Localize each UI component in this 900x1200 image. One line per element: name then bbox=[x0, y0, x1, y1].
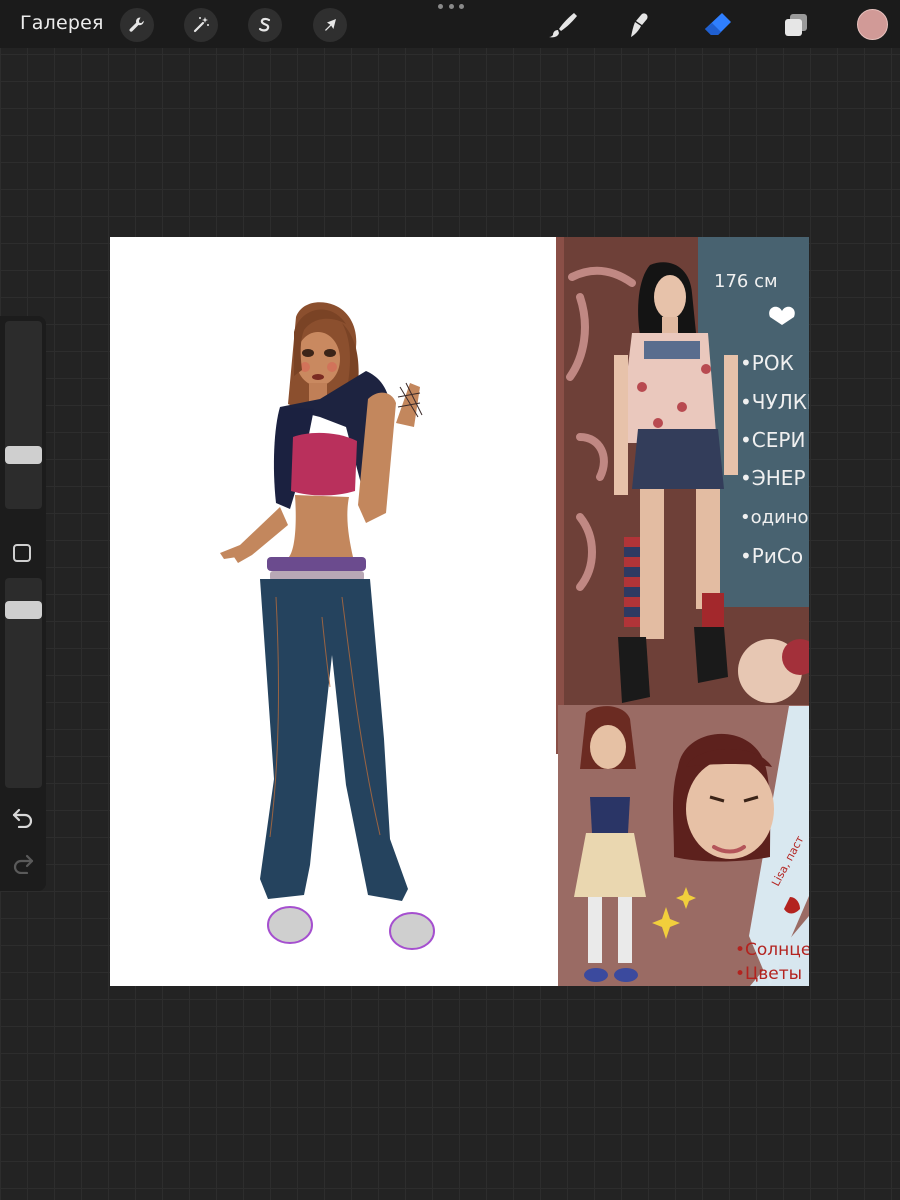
redo-icon[interactable] bbox=[11, 852, 35, 874]
ref-text-line-6: •РиСо bbox=[740, 544, 803, 568]
top-toolbar: Галерея bbox=[0, 0, 900, 48]
ref-text-line-4: •ЭНЕР bbox=[740, 466, 806, 490]
more-dots-icon[interactable] bbox=[438, 4, 464, 14]
ref2-text-line-2: •Цветы bbox=[735, 964, 802, 984]
brush-icon[interactable] bbox=[546, 9, 578, 41]
brush-size-slider-thumb[interactable] bbox=[5, 446, 42, 464]
ref-height-text: 176 см bbox=[714, 271, 778, 292]
undo-icon[interactable] bbox=[11, 806, 35, 828]
adjustments-magic-wand-icon[interactable] bbox=[184, 8, 218, 42]
actions-wrench-icon[interactable] bbox=[120, 8, 154, 42]
color-picker-swatch[interactable] bbox=[857, 9, 888, 40]
brush-size-slider[interactable] bbox=[5, 321, 42, 509]
artwork-illustration: 176 см •РОК •ЧУЛКИ •СЕРИ •ЭНЕР •одино •Р… bbox=[220, 237, 809, 986]
layers-icon[interactable] bbox=[780, 9, 812, 41]
gallery-button[interactable]: Галерея bbox=[20, 12, 104, 34]
reference-image-bottom: •Солнце •Цветы Lisa, паст bbox=[558, 705, 809, 986]
opacity-slider-thumb[interactable] bbox=[5, 601, 42, 619]
transform-arrow-icon[interactable] bbox=[313, 8, 347, 42]
ref-text-line-5: •одино bbox=[740, 507, 809, 528]
eraser-icon[interactable] bbox=[702, 9, 734, 41]
side-toolbar bbox=[0, 316, 46, 891]
figure-sketch bbox=[220, 302, 435, 950]
smudge-icon[interactable] bbox=[624, 9, 656, 41]
ref-text-line-1: •РОК bbox=[740, 351, 794, 375]
ref-text-line-2: •ЧУЛКИ bbox=[740, 390, 809, 414]
drawing-canvas[interactable]: 176 см •РОК •ЧУЛКИ •СЕРИ •ЭНЕР •одино •Р… bbox=[110, 237, 809, 986]
modify-button[interactable] bbox=[13, 544, 31, 562]
ref2-text-line-1: •Солнце bbox=[735, 940, 809, 960]
selection-s-icon[interactable] bbox=[248, 8, 282, 42]
reference-image-top: 176 см •РОК •ЧУЛКИ •СЕРИ •ЭНЕР •одино •Р… bbox=[556, 237, 809, 754]
ref-text-line-3: •СЕРИ bbox=[740, 428, 805, 452]
